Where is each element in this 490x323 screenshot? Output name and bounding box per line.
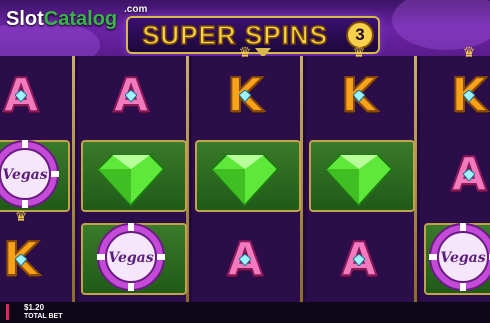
crown-icon: ♛ xyxy=(14,208,28,224)
symbol-k: ♛ K xyxy=(208,44,282,132)
small-diamond-icon xyxy=(15,254,27,267)
bottom-bar xyxy=(0,302,490,323)
small-diamond-icon xyxy=(239,254,251,267)
chip-label: Vegas xyxy=(440,250,485,266)
poker-chip-icon: Vegas xyxy=(429,223,490,291)
poker-chip-icon: Vegas xyxy=(0,140,59,208)
symbol-vegas-chip: Vegas xyxy=(0,137,62,211)
symbol-a: A xyxy=(208,222,282,296)
small-diamond-icon xyxy=(125,90,137,103)
chip-label: Vegas xyxy=(2,167,47,183)
symbol-vegas-chip: Vegas xyxy=(426,220,490,294)
symbol-k: ♛ K xyxy=(0,208,58,296)
chip-label: Vegas xyxy=(108,250,153,266)
symbol-diamond xyxy=(208,137,282,211)
super-spins-title: SUPER SPINS xyxy=(141,19,328,51)
super-spins-banner: SUPER SPINS 3 xyxy=(126,16,380,54)
symbol-k: ♛ K xyxy=(432,44,490,132)
small-diamond-icon xyxy=(15,90,27,103)
symbol-vegas-chip: Vegas xyxy=(94,220,168,294)
small-diamond-icon xyxy=(239,90,251,103)
small-diamond-icon xyxy=(463,169,475,182)
diamond-icon xyxy=(324,154,394,207)
game-stage: SlotCatalog .com SUPER SPINS 3 A A ♛ K ♛… xyxy=(0,0,490,323)
crown-icon: ♛ xyxy=(462,44,476,60)
poker-chip-icon: Vegas xyxy=(97,223,165,291)
crown-icon: ♛ xyxy=(352,44,366,60)
symbol-a: A xyxy=(94,58,168,132)
logo-com-text: .com xyxy=(124,4,148,15)
decor-swirl xyxy=(392,0,490,50)
diamond-icon xyxy=(210,154,280,207)
small-diamond-icon xyxy=(353,90,365,103)
crown-icon: ♛ xyxy=(238,44,252,60)
symbol-k: ♛ K xyxy=(322,44,396,132)
small-diamond-icon xyxy=(353,254,365,267)
symbol-a: A xyxy=(432,137,490,211)
symbol-diamond xyxy=(94,137,168,211)
total-bet-value[interactable]: $1.20 xyxy=(24,303,44,312)
logo-catalog-text: Catalog xyxy=(43,8,118,30)
diamond-icon xyxy=(96,154,166,207)
small-diamond-icon xyxy=(463,90,475,103)
reel-divider xyxy=(72,56,75,302)
symbol-diamond xyxy=(322,137,396,211)
symbol-a: A xyxy=(0,58,58,132)
slotcatalog-logo[interactable]: SlotCatalog .com xyxy=(6,4,147,31)
logo-slot-text: Slot xyxy=(6,8,44,30)
bet-marker xyxy=(6,304,9,320)
total-bet-label: TOTAL BET xyxy=(24,313,63,320)
symbol-a: A xyxy=(322,222,396,296)
